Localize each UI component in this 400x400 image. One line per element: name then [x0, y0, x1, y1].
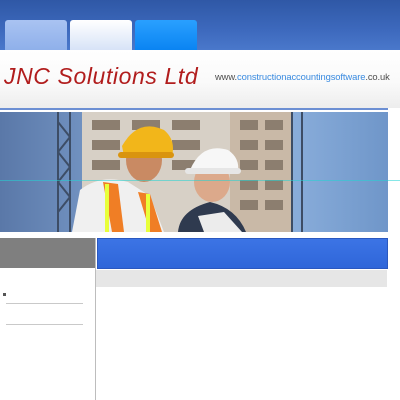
content-subheader-bar: [96, 270, 387, 287]
company-logo[interactable]: JNC Solutions Ltd: [4, 63, 198, 90]
nav-tab-1[interactable]: [5, 20, 67, 50]
site-header: JNC Solutions Ltd www.constructionaccoun…: [0, 50, 400, 108]
sidebar-header: [0, 238, 95, 268]
nav-tab-3[interactable]: [135, 20, 197, 50]
sidebar-separator-2: [6, 324, 83, 325]
banner-photo: [0, 112, 388, 232]
left-sidebar: [0, 238, 95, 400]
nav-tab-2[interactable]: [70, 20, 132, 50]
banner-highlight-line: [0, 180, 400, 181]
content-header-bar: [97, 238, 388, 269]
website-url[interactable]: www.constructionaccountingsoftware.co.uk: [215, 71, 390, 82]
bullet-icon: [3, 293, 6, 296]
sidebar-separator-1: [6, 303, 83, 304]
header-divider: [0, 108, 388, 110]
column-divider: [95, 238, 96, 400]
url-prefix: www.: [215, 71, 237, 82]
banner-illustration: [57, 112, 303, 232]
top-navigation-bar: [0, 0, 400, 50]
url-suffix: .co.uk: [365, 71, 390, 82]
url-domain: constructionaccountingsoftware: [237, 71, 366, 82]
